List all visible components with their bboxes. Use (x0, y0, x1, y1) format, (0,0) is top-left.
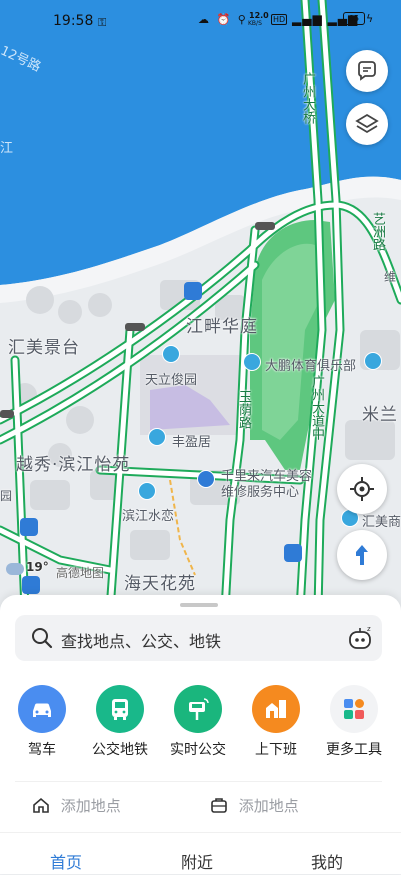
locate-icon (350, 477, 374, 501)
battery-level: 85 (348, 14, 360, 23)
svg-text:z: z (367, 625, 371, 633)
gaode-logo: 高德地图 (56, 566, 105, 580)
map-label-milan: 米兰 (362, 405, 398, 425)
map-label-huimei: 汇美景台 (8, 338, 80, 358)
more-circle (330, 685, 378, 733)
tool-realtime-bus-label: 实时公交 (170, 742, 226, 758)
map-label-yizhou: 艺洲路 (370, 212, 385, 251)
poi-icon-qianli[interactable] (197, 470, 215, 488)
map-label-fengying: 丰盈居 (172, 435, 212, 450)
car-icon (33, 703, 51, 717)
tab-mine[interactable]: 我的 (311, 849, 343, 873)
realtime-bus-icon (189, 698, 209, 720)
add-home-place[interactable]: 添加地点 (32, 795, 121, 816)
route-arrow-icon (356, 545, 368, 565)
map-label-haitian: 海天花苑 (124, 574, 196, 594)
key-icon: ⚿ (98, 16, 107, 29)
search-bar[interactable]: 查找地点、公交、地铁 z (15, 615, 382, 661)
map-label-huimei2: 汇美商 (362, 515, 401, 530)
poi-icon-binjiang[interactable] (138, 482, 156, 500)
weather-temp: 19° (26, 560, 49, 574)
status-icons: ☁ ⏰ ⚲ (198, 13, 248, 26)
search-icon (32, 628, 53, 649)
sheet-handle[interactable] (180, 603, 218, 607)
route-button[interactable] (337, 530, 387, 580)
assistant-robot-icon[interactable]: z (345, 623, 375, 653)
charging-icon: ϟ (366, 12, 374, 25)
add-work-place[interactable]: 添加地点 (210, 795, 299, 816)
tool-drive-label: 驾车 (28, 742, 56, 758)
map-label-tianli: 天立俊园 (145, 373, 198, 388)
net-speed-value: 12.0 (249, 11, 269, 20)
tool-realtime-bus[interactable]: 实时公交 (160, 685, 236, 759)
weather-cloud-icon (6, 563, 24, 575)
briefcase-icon (211, 798, 227, 813)
hd-icon: HD (271, 14, 288, 25)
commute-icon (266, 700, 286, 718)
bus-metro-circle (96, 685, 144, 733)
layers-icon (355, 113, 379, 134)
bus-icon (112, 699, 128, 720)
layers-button[interactable] (346, 103, 388, 145)
map-label-qianli2: 维修服务中心 (221, 485, 300, 500)
tool-more[interactable]: 更多工具 (316, 685, 392, 759)
map-label-wei: 维 (384, 270, 397, 284)
map-label-yuyin: 玉荫路 (236, 390, 251, 429)
map-label-yuan: 园 (0, 489, 13, 503)
poi-icon-right[interactable] (364, 352, 382, 370)
add-work-label: 添加地点 (238, 797, 299, 815)
net-speed-unit: KB/S (248, 20, 262, 27)
map-label-guangzhou-dadao: 广州大道中 (309, 375, 324, 440)
status-time: 19:58 (53, 13, 94, 29)
poi-icon-dapeng[interactable] (243, 353, 261, 371)
tool-bus-metro[interactable]: 公交地铁 (82, 685, 158, 759)
commute-circle (252, 685, 300, 733)
tool-more-label: 更多工具 (326, 742, 382, 758)
map-label-bridge: 广州大桥 (300, 72, 315, 124)
tool-drive[interactable]: 驾车 (4, 685, 80, 759)
bottom-sheet[interactable]: 查找地点、公交、地铁 z 驾车 公交地铁 实时公交 上下班 更多工具 添加地点 … (0, 595, 401, 874)
home-icon (33, 797, 49, 813)
bottom-tab-bar: 首页 附近 我的 (0, 832, 401, 875)
add-home-label: 添加地点 (60, 797, 121, 815)
locate-button[interactable] (337, 464, 387, 514)
map-label-yuexiu: 越秀·滨江怡苑 (16, 455, 131, 475)
status-bar: 19:58 ⚿ ☁ ⏰ ⚲ 12.0 KB/S HD ▂▄▆ ▂▄▆ 85 ϟ (0, 0, 401, 40)
battery-icon: 85 (343, 12, 365, 25)
map-view[interactable]: 12号路 江 广州大桥 艺洲路 维 江畔华庭 汇美景台 天立俊园 大鹏体育俱乐部… (0, 0, 401, 610)
message-button[interactable] (346, 50, 388, 92)
tool-commute-label: 上下班 (255, 742, 297, 758)
tool-bus-metro-label: 公交地铁 (92, 742, 148, 758)
map-label-jiangpan: 江畔华庭 (186, 317, 258, 337)
apps-icon (344, 699, 364, 719)
tab-home[interactable]: 首页 (50, 849, 82, 873)
map-label-jiang: 江 (0, 141, 14, 156)
drive-circle (18, 685, 66, 733)
poi-icon-fengying[interactable] (148, 428, 166, 446)
realtime-bus-circle (174, 685, 222, 733)
tool-commute[interactable]: 上下班 (238, 685, 314, 759)
poi-icon-tianli[interactable] (162, 345, 180, 363)
tab-nearby[interactable]: 附近 (181, 849, 213, 873)
map-label-dapeng: 大鹏体育俱乐部 (265, 359, 357, 374)
map-label-binjiang: 滨江水恋 (122, 509, 175, 524)
sheet-divider (15, 781, 382, 782)
search-placeholder: 查找地点、公交、地铁 (61, 632, 222, 651)
message-icon (358, 61, 376, 81)
